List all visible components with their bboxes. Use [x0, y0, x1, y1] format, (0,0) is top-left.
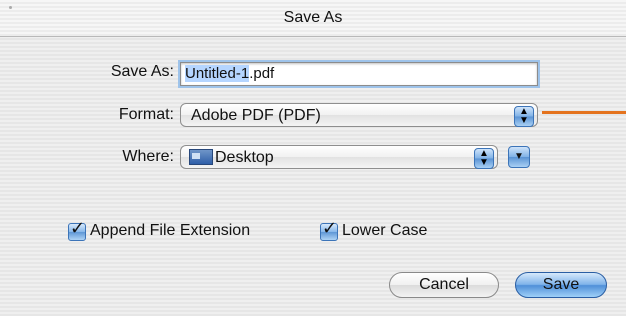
annotation-line [542, 111, 626, 114]
save-as-dialog: Save As Save As: Untitled-1.pdf Format: … [0, 0, 626, 316]
lower-case-checkbox[interactable]: ✓ [320, 218, 338, 241]
where-popup[interactable]: Desktop ▲ ▼ [180, 145, 498, 169]
disclosure-triangle-icon: ▼ [514, 151, 524, 162]
filename-field[interactable]: Untitled-1.pdf [180, 62, 538, 86]
window-title: Save As [283, 9, 343, 26]
filename-selected-text: Untitled-1 [185, 65, 250, 82]
checkmark-icon: ✓ [70, 218, 86, 238]
format-selected-value: Adobe PDF (PDF) [191, 107, 321, 124]
lower-case-label: Lower Case [342, 222, 428, 239]
desktop-folder-icon [189, 148, 213, 165]
cancel-button[interactable]: Cancel [389, 272, 499, 298]
checkmark-icon: ✓ [322, 218, 338, 238]
save-button[interactable]: Save [515, 272, 607, 298]
title-bar: Save As [0, 0, 626, 37]
save-as-label: Save As: [110, 63, 174, 80]
where-selected-value: Desktop [215, 149, 274, 166]
format-popup[interactable]: Adobe PDF (PDF) ▲ ▼ [180, 103, 538, 127]
where-label: Where: [122, 148, 174, 165]
append-extension-label: Append File Extension [90, 222, 251, 239]
expand-disclosure-button[interactable]: ▼ [508, 146, 530, 168]
filename-extension-text: .pdf [249, 65, 275, 82]
title-bar-dot [9, 6, 12, 9]
up-down-arrows-icon: ▲ ▼ [474, 148, 494, 169]
append-extension-checkbox[interactable]: ✓ [68, 218, 86, 241]
up-down-arrows-icon: ▲ ▼ [514, 106, 534, 127]
format-label: Format: [118, 106, 174, 123]
